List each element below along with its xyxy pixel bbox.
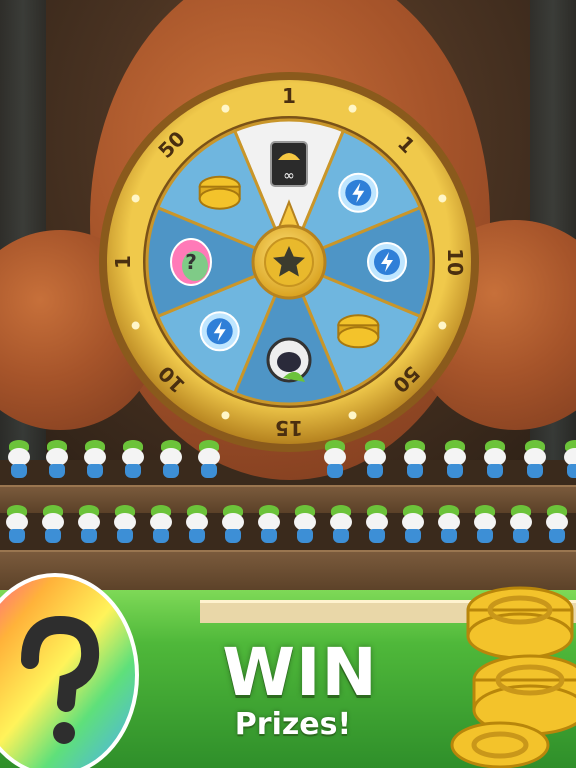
lightning-bulb-potion-icon <box>199 311 240 352</box>
crowd-creature <box>4 505 30 545</box>
crowd-creature <box>158 440 184 480</box>
crowd-creature <box>120 440 146 480</box>
question-mark-dot <box>53 722 75 744</box>
crowd-creature <box>44 440 70 480</box>
svg-text:∞: ∞ <box>283 168 295 184</box>
svg-text:?: ? <box>185 250 197 274</box>
crowd-creature <box>322 440 348 480</box>
crowd-creature <box>292 505 318 545</box>
crowd-creature <box>436 505 462 545</box>
crowd-creature <box>112 505 138 545</box>
crowd-creature <box>256 505 282 545</box>
coin <box>450 721 550 768</box>
rim-light <box>348 411 357 420</box>
mystery-egg-icon: ? <box>170 238 212 286</box>
wheel-value-label: 10 <box>443 248 467 276</box>
rim-light <box>221 411 230 420</box>
gold-coin-stack-icon <box>198 175 241 210</box>
prize-wheel-graphic[interactable]: 1110501510150 ∞ ? <box>97 70 481 454</box>
prize-wheel[interactable]: 1 1 10 50 15 10 1 50 ∞ ? <box>97 70 481 454</box>
crowd-creature <box>148 505 174 545</box>
crowd-creature <box>196 440 222 480</box>
crowd-creature <box>328 505 354 545</box>
crowd-creature <box>82 440 108 480</box>
crowd-creature <box>472 505 498 545</box>
crowd-creature <box>522 440 548 480</box>
crowd-creature <box>40 505 66 545</box>
crowd-creature <box>402 440 428 480</box>
crowd-creature <box>562 440 576 480</box>
rim-light <box>438 194 447 203</box>
hooded-costume-icon <box>266 337 312 383</box>
headline-subtitle: Prizes! <box>234 707 352 742</box>
rim-light <box>131 321 140 330</box>
crowd-creature <box>364 505 390 545</box>
crowd-creature <box>184 505 210 545</box>
rim-light <box>348 104 357 113</box>
wheel-value-label: 15 <box>275 416 303 440</box>
crowd-creature <box>442 440 468 480</box>
crowd-creature <box>220 505 246 545</box>
crowd-creature <box>400 505 426 545</box>
crowd-creature <box>482 440 508 480</box>
game-screen: 1 1 10 50 15 10 1 50 ∞ ? WIN Prizes! <box>0 0 576 768</box>
rim-light <box>221 104 230 113</box>
rim-light <box>438 321 447 330</box>
crowd-creature <box>76 505 102 545</box>
crowd-creature <box>362 440 388 480</box>
gold-coin-stack-icon <box>337 314 380 349</box>
speed-boost-refresh-icon <box>338 172 379 213</box>
wheel-value-label: 1 <box>111 255 135 269</box>
crowd-creature <box>508 505 534 545</box>
mystery-egg-icon <box>0 573 139 768</box>
infinite-umbrella-card-icon: ∞ <box>270 141 308 187</box>
crowd-creature <box>544 505 570 545</box>
crowd-creature <box>6 440 32 480</box>
gold-coins-icon <box>450 586 576 768</box>
lightning-potion-icon <box>367 242 407 282</box>
wheel-value-label: 1 <box>282 84 296 108</box>
rim-light <box>131 194 140 203</box>
headline-title: WIN <box>222 634 378 711</box>
